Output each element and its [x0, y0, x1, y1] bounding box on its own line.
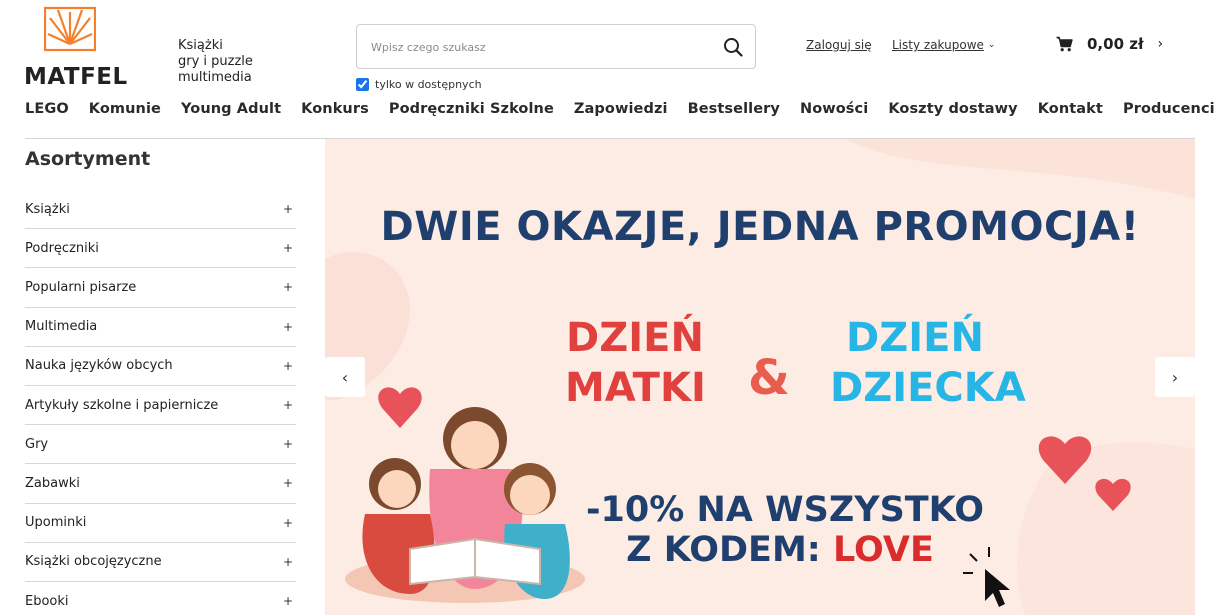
banner-headline: DWIE OKAZJE, JEDNA PROMOCJA!: [380, 204, 1140, 250]
available-only-label: tylko w dostępnych: [375, 77, 482, 91]
banner-code-line: Z KODEM: LOVE: [615, 530, 945, 570]
category-item[interactable]: Artykuły szkolne i papiernicze +: [25, 386, 296, 426]
banner-childrens-day-line: DZIECKA: [830, 365, 1026, 411]
category-label: Ebooki: [25, 593, 69, 609]
category-item[interactable]: Zabawki +: [25, 464, 296, 504]
category-item[interactable]: Upominki +: [25, 504, 296, 543]
expand-icon[interactable]: +: [283, 555, 293, 569]
category-item[interactable]: Książki obcojęzyczne +: [25, 543, 296, 582]
nav-item-podreczniki-szkolne[interactable]: Podręczniki Szkolne: [389, 101, 554, 123]
expand-icon[interactable]: +: [283, 516, 293, 530]
category-item[interactable]: Popularni pisarze +: [25, 268, 296, 308]
category-label: Podręczniki: [25, 240, 99, 256]
main-nav: LEGO Komunie Young Adult Konkurs Podręcz…: [25, 101, 1216, 123]
chevron-right-icon: ›: [1171, 367, 1179, 387]
nav-item-young-adult[interactable]: Young Adult: [181, 101, 281, 123]
nav-item-koszty-dostawy[interactable]: Koszty dostawy: [888, 101, 1017, 123]
tagline-line: Książki: [178, 38, 223, 53]
nav-item-nowosci[interactable]: Nowości: [800, 101, 868, 123]
cart-button[interactable]: 0,00 zł ›: [1056, 35, 1163, 53]
expand-icon[interactable]: +: [283, 476, 293, 490]
login-link[interactable]: Zaloguj się: [806, 38, 872, 52]
expand-icon[interactable]: +: [283, 359, 293, 373]
expand-icon[interactable]: +: [283, 241, 293, 255]
shopping-lists-dropdown[interactable]: Listy zakupowe ⌄: [892, 38, 995, 52]
chevron-left-icon: ‹: [341, 367, 349, 387]
category-label: Upominki: [25, 515, 87, 531]
nav-item-konkurs[interactable]: Konkurs: [301, 101, 369, 123]
expand-icon[interactable]: +: [283, 594, 293, 608]
expand-icon[interactable]: +: [283, 398, 293, 412]
category-label: Książki obcojęzyczne: [25, 554, 162, 570]
banner-childrens-day: DZIEŃ DZIECKA: [830, 313, 1026, 413]
category-item[interactable]: Książki +: [25, 190, 296, 230]
sidebar-title: Asortyment: [25, 148, 151, 170]
page: MATFEL Książki gry i puzzle multimedia t…: [0, 0, 1216, 615]
expand-icon[interactable]: +: [283, 202, 293, 216]
category-list: Książki + Podręczniki + Popularni pisarze +…: [25, 190, 296, 615]
search-box: [356, 24, 756, 69]
logo-text: MATFEL: [24, 64, 128, 90]
category-label: Popularni pisarze: [25, 279, 137, 295]
available-only-checkbox[interactable]: [356, 77, 369, 91]
banner-childrens-day-line: DZIEŃ: [846, 315, 984, 361]
category-label: Nauka języków obcych: [25, 358, 173, 374]
expand-icon[interactable]: +: [283, 280, 293, 294]
category-item[interactable]: Nauka języków obcych +: [25, 347, 296, 386]
category-item[interactable]: Gry +: [25, 425, 296, 465]
tagline-line: multimedia: [178, 70, 252, 85]
cart-total: 0,00 zł: [1087, 35, 1144, 53]
banner-mothers-day-line: DZIEŃ: [566, 315, 704, 361]
category-label: Multimedia: [25, 319, 98, 335]
logo[interactable]: MATFEL: [24, 4, 127, 92]
cart-icon: [1056, 36, 1073, 52]
expand-icon[interactable]: +: [283, 320, 293, 334]
nav-item-bestsellery[interactable]: Bestsellery: [688, 101, 780, 123]
banner-code-prefix: Z KODEM:: [626, 530, 821, 570]
tagline-line: gry i puzzle: [178, 54, 253, 69]
banner-mothers-day: DZIEŃ MATKI: [565, 313, 706, 413]
book-logo-icon: [44, 6, 96, 52]
expand-icon[interactable]: +: [283, 437, 293, 451]
shopping-lists-label: Listy zakupowe: [892, 38, 984, 52]
available-only-option[interactable]: tylko w dostępnych: [356, 76, 482, 92]
category-label: Książki: [25, 201, 70, 217]
nav-item-kontakt[interactable]: Kontakt: [1038, 101, 1103, 123]
nav-item-zapowiedzi[interactable]: Zapowiedzi: [574, 101, 668, 123]
banner-mothers-day-line: MATKI: [565, 365, 706, 411]
slider-next-button[interactable]: ›: [1155, 357, 1195, 397]
nav-item-komunie[interactable]: Komunie: [89, 101, 161, 123]
chevron-down-icon: ⌄: [987, 40, 996, 50]
search-icon[interactable]: [723, 37, 743, 57]
banner-ampersand: &: [748, 350, 790, 406]
tagline: Książki gry i puzzle multimedia: [178, 38, 253, 86]
nav-item-lego[interactable]: LEGO: [25, 101, 69, 123]
slider-prev-button[interactable]: ‹: [325, 357, 365, 397]
category-item[interactable]: Podręczniki +: [25, 229, 296, 269]
category-item[interactable]: Ebooki +: [25, 582, 296, 615]
nav-item-producenci[interactable]: Producenci: [1123, 101, 1215, 123]
category-item[interactable]: Multimedia +: [25, 308, 296, 347]
banner-discount: -10% NA WSZYSTKO: [586, 490, 984, 530]
category-label: Zabawki: [25, 475, 80, 491]
banner-code: LOVE: [832, 530, 934, 570]
search-input[interactable]: [371, 37, 711, 57]
category-label: Artykuły szkolne i papiernicze: [25, 397, 219, 413]
category-label: Gry: [25, 436, 49, 452]
chevron-right-icon: ›: [1157, 36, 1164, 52]
